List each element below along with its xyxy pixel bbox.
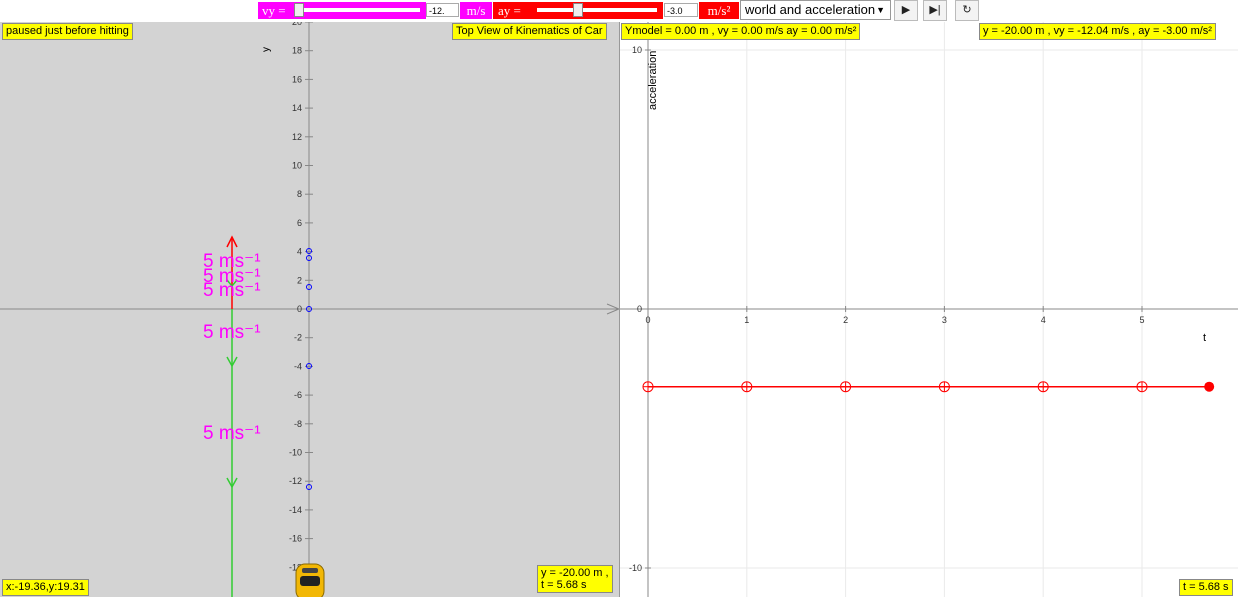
y-tick-label: -10 [289, 448, 302, 458]
vy-label: vy = [258, 2, 291, 19]
data-point [642, 381, 654, 393]
data-point [938, 381, 950, 393]
y-tick-label: 12 [292, 132, 302, 142]
vy-slider-thumb[interactable] [294, 3, 304, 17]
chevron-down-icon: ▼ [876, 5, 885, 15]
vy-slider[interactable] [291, 2, 426, 19]
y-tick-label: -12 [289, 476, 302, 486]
y-tick-label: 10 [292, 161, 302, 171]
y-tick-label: 4 [297, 247, 302, 257]
reset-button[interactable]: ↻ [955, 0, 979, 21]
y-tick-label: 20 [292, 22, 302, 27]
y-axis-label: y [261, 47, 272, 52]
graph-y-axis-label: acceleration [647, 50, 659, 110]
vy-slider-track [297, 8, 420, 12]
y-tick-label: -4 [294, 361, 302, 371]
readout-time: t = 5.68 s [541, 579, 587, 591]
world-canvas: 20181614121086420-2-4-6-8-10-12-14-16-18 [0, 22, 619, 597]
velocity-label: 5 ms⁻¹ [203, 322, 261, 343]
y-tick-label: 8 [297, 189, 302, 199]
world-title: Top View of Kinematics of Car [452, 23, 607, 40]
y-tick-label: 0 [297, 304, 302, 314]
y-tick-label: -6 [294, 390, 302, 400]
time-readout: t = 5.68 s [1179, 579, 1233, 596]
ay-slider-thumb[interactable] [573, 3, 583, 17]
ay-value-input[interactable]: -3.0 [664, 3, 698, 17]
y-tick-label: 14 [292, 103, 302, 113]
graph-panel[interactable]: 0 1 2 3 4 5 10 0 -10 Ymodel = 0.00 m , vy = 0.00… [620, 22, 1238, 597]
x-tick-label: 5 [1139, 315, 1144, 325]
data-point [1136, 381, 1148, 393]
x-tick-label: 2 [843, 315, 848, 325]
toolbar: vy = -12. m/s ay = -3.0 m/s² world and a… [0, 0, 1238, 22]
y-tick-label: -10 [629, 563, 642, 573]
data-point [840, 381, 852, 393]
world-readout: y = -20.00 m , t = 5.68 s [537, 565, 613, 593]
play-icon: ▶ [901, 4, 911, 16]
ay-label: ay = [493, 2, 531, 19]
car-icon [295, 563, 325, 597]
data-point-current [1204, 381, 1215, 392]
y-tick-label: -14 [289, 505, 302, 515]
x-tick-label: 3 [942, 315, 947, 325]
mode-select-value: world and acceleration [745, 2, 876, 17]
velocity-label: 5 ms⁻¹ [203, 423, 261, 444]
y-tick-label: -16 [289, 534, 302, 544]
data-point [1037, 381, 1049, 393]
ay-unit: m/s² [699, 2, 739, 19]
data-point [741, 381, 753, 393]
status-label: paused just before hitting [2, 23, 133, 40]
y-tick-label: 16 [292, 74, 302, 84]
reset-icon: ↻ [962, 4, 972, 16]
y-tick-label: 18 [292, 46, 302, 56]
y-tick-label: 2 [297, 275, 302, 285]
graph-x-axis-label: t [1203, 332, 1207, 344]
y-tick-label: 6 [297, 218, 302, 228]
ay-slider-track [537, 8, 657, 12]
y-tick-label: -2 [294, 333, 302, 343]
y-tick-label: 10 [632, 45, 642, 55]
x-tick-label: 1 [744, 315, 749, 325]
data-readout: y = -20.00 m , vy = -12.04 m/s , ay = -3… [979, 23, 1216, 40]
readout-position: y = -20.00 m , [541, 567, 609, 579]
step-button[interactable]: ▶| [923, 0, 947, 21]
y-tick-label: -8 [294, 419, 302, 429]
world-view-panel[interactable]: 20 18 16 14 12 10 8 6 4 2 0 -2 -4 -6 -8 -10 -12 -14 -16 -18… [0, 22, 619, 597]
velocity-label: 5 ms⁻¹ [203, 280, 261, 301]
vy-value-input[interactable]: -12. [426, 3, 459, 17]
ay-slider[interactable] [531, 2, 663, 19]
x-tick-label: 0 [645, 315, 650, 325]
vy-unit: m/s [460, 2, 492, 19]
acceleration-graph: 0 1 2 3 4 5 10 0 -10 [620, 22, 1238, 597]
play-button[interactable]: ▶ [894, 0, 918, 21]
step-icon: ▶| [929, 4, 941, 16]
y-tick-label: 0 [637, 304, 642, 314]
mode-select[interactable]: world and acceleration ▼ [740, 0, 891, 20]
x-tick-label: 4 [1041, 315, 1046, 325]
mouse-coordinates: x:-19.36,y:19.31 [2, 579, 89, 596]
